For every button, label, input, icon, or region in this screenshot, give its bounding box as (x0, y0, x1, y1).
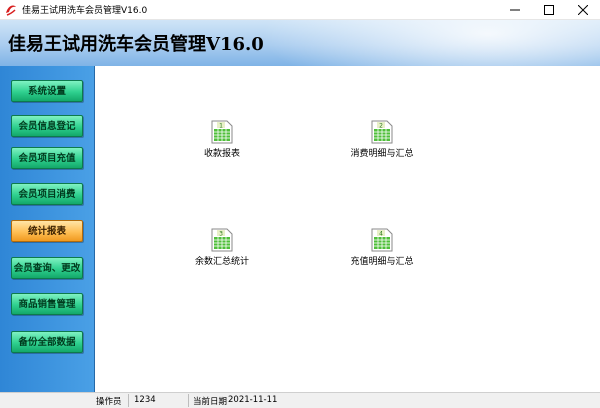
app-title: 佳易王试用洗车会员管理V16.0 (8, 34, 264, 55)
report-4-icon: 4 (371, 228, 393, 252)
report-2-icon: 2 (371, 120, 393, 144)
window-controls (498, 0, 600, 20)
report-collection[interactable]: 1 收款报表 (182, 120, 262, 159)
sidebar-item-member-registration[interactable]: 会员信息登记 (11, 115, 83, 137)
report-1-icon: 1 (211, 120, 233, 144)
report-recharge-detail[interactable]: 4 充值明细与汇总 (342, 228, 422, 267)
report-label: 消费明细与汇总 (350, 149, 414, 159)
maximize-button[interactable] (532, 0, 566, 20)
report-label: 余数汇总统计 (194, 257, 249, 267)
main-panel: 1 收款报表 2 消费明细与汇总 3 余数汇总统计 4 充值明细与汇总 (96, 66, 600, 392)
minimize-button[interactable] (498, 0, 532, 20)
close-icon (578, 5, 588, 15)
close-button[interactable] (566, 0, 600, 20)
date-value: 2021-11-11 (228, 395, 278, 405)
svg-text:3: 3 (219, 231, 223, 238)
sidebar-item-system-settings[interactable]: 系统设置 (11, 80, 83, 102)
sidebar-item-member-query[interactable]: 会员查询、更改 (11, 257, 83, 279)
svg-text:1: 1 (219, 123, 223, 130)
report-balance-summary[interactable]: 3 余数汇总统计 (182, 228, 262, 267)
maximize-icon (544, 5, 554, 15)
status-bar: 操作员 1234 当前日期 2021-11-11 (0, 392, 600, 408)
date-label: 当前日期 (193, 397, 228, 407)
header-banner: 佳易王试用洗车会员管理V16.0 (0, 20, 600, 66)
sidebar-item-statistics-report[interactable]: 统计报表 (11, 220, 83, 242)
report-3-icon: 3 (211, 228, 233, 252)
report-label: 收款报表 (203, 149, 240, 159)
sidebar-item-member-consumption[interactable]: 会员项目消费 (11, 183, 83, 205)
sidebar-item-member-recharge[interactable]: 会员项目充值 (11, 147, 83, 169)
sidebar-item-backup-data[interactable]: 备份全部数据 (11, 331, 83, 353)
report-consumption-detail[interactable]: 2 消费明细与汇总 (342, 120, 422, 159)
svg-text:4: 4 (379, 231, 383, 238)
window-title: 佳易王试用洗车会员管理V16.0 (22, 6, 148, 16)
title-bar: 佳易王试用洗车会员管理V16.0 (0, 0, 600, 20)
svg-text:2: 2 (379, 123, 383, 130)
sidebar: 系统设置 会员信息登记 会员项目充值 会员项目消费 统计报表 会员查询、更改 商… (0, 66, 95, 392)
report-label: 充值明细与汇总 (350, 257, 414, 267)
sidebar-item-product-sales[interactable]: 商品销售管理 (11, 293, 83, 315)
operator-label: 操作员 (96, 397, 122, 407)
operator-value: 1234 (134, 395, 156, 405)
app-logo-icon (6, 4, 16, 16)
minimize-icon (510, 9, 520, 11)
